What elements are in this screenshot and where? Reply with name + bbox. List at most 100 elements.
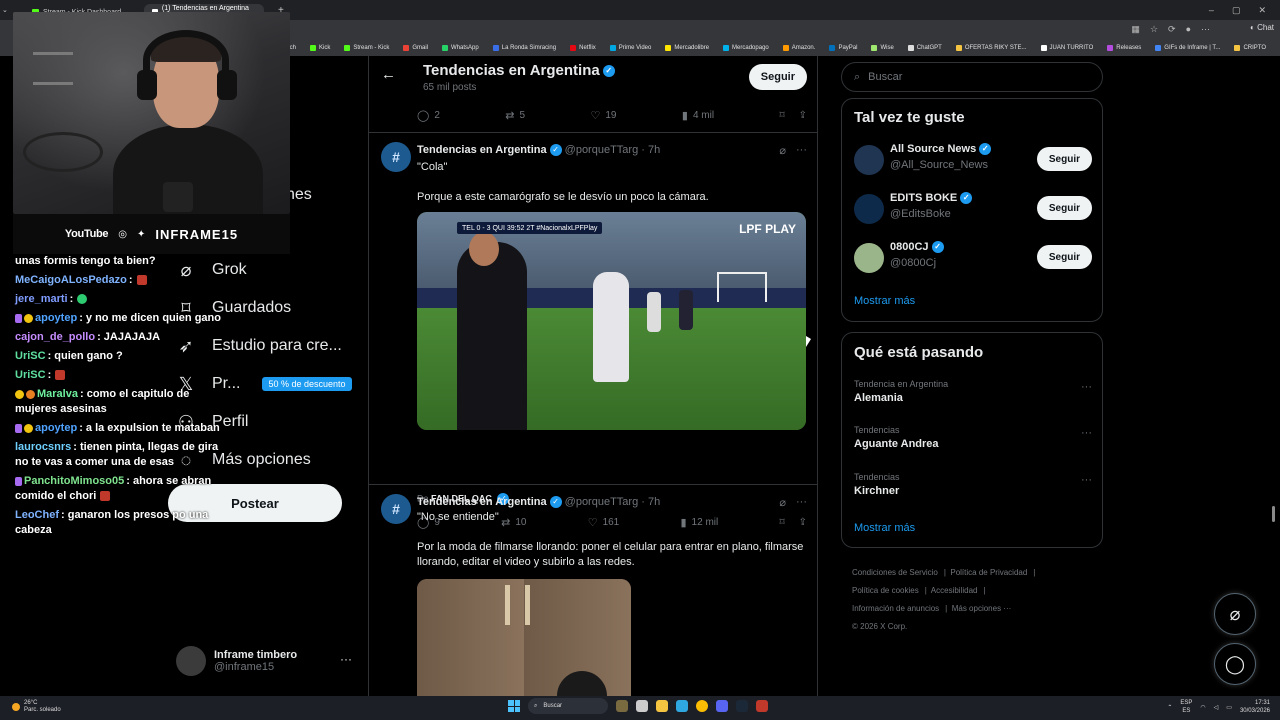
like-button[interactable]: ♡ 19 xyxy=(590,109,616,122)
bookmark[interactable]: JUAN TURRITO xyxy=(1040,45,1093,51)
grok-fab[interactable]: ⌀ xyxy=(1214,593,1256,635)
discord-icon[interactable] xyxy=(716,700,728,712)
footer-link[interactable]: Política de Privacidad xyxy=(950,568,1027,577)
edge-icon[interactable] xyxy=(676,700,688,712)
post-video[interactable]: TEL 0 - 3 QUI 39:52 2T #NacionalxLPFPlay… xyxy=(417,212,806,430)
bookmark[interactable]: Wise xyxy=(871,45,894,51)
copilot-button[interactable]: ◐ Chat xyxy=(1250,23,1274,32)
chat-username[interactable]: cajon_de_pollo xyxy=(15,331,95,343)
refresh-icon[interactable]: ⟳ xyxy=(1168,24,1176,35)
follow-button[interactable]: Seguir xyxy=(1036,245,1092,269)
views-button[interactable]: ▮ 4 mil xyxy=(682,109,714,122)
suggestion-item[interactable]: All Source News ✓ @All_Source_News Seguir xyxy=(854,143,1092,177)
minimize-icon[interactable]: – xyxy=(1209,5,1214,16)
app-icon[interactable] xyxy=(756,700,768,712)
chat-username[interactable]: jere_marti xyxy=(15,293,68,305)
footer-link[interactable]: Información de anuncios xyxy=(852,604,939,613)
footer-link[interactable]: Más opciones ··· xyxy=(952,604,1012,613)
more-icon[interactable]: ··· xyxy=(340,652,352,666)
bookmark[interactable]: CRIPTO xyxy=(1234,45,1266,51)
bookmark[interactable]: Prime Video xyxy=(609,45,651,51)
bookmark[interactable]: ChatGPT xyxy=(907,45,942,51)
show-more-link[interactable]: Mostrar más xyxy=(854,522,915,534)
share-icon[interactable]: ⇪ xyxy=(799,109,807,122)
bookmark[interactable]: La Ronda Simracing xyxy=(492,45,556,51)
maximize-icon[interactable]: ▢ xyxy=(1232,5,1241,16)
bookmark[interactable]: Kick xyxy=(310,45,330,51)
task-view-icon[interactable] xyxy=(636,700,648,712)
show-more-link[interactable]: Mostrar más xyxy=(854,295,915,307)
windows-start-icon[interactable] xyxy=(508,700,520,712)
footer-link[interactable]: Accesibilidad xyxy=(931,586,978,595)
author-name[interactable]: Tendencias en Argentina xyxy=(417,144,547,156)
author-handle[interactable]: @porqueTTarg xyxy=(565,144,639,156)
author-handle[interactable]: @porqueTTarg xyxy=(565,496,639,508)
clock[interactable]: 17:31 30/03/2026 xyxy=(1240,699,1270,715)
follow-button[interactable]: Seguir xyxy=(748,64,807,90)
extension-icon[interactable]: ▦ xyxy=(1131,24,1140,35)
more-icon[interactable]: ⋯ xyxy=(1201,24,1210,35)
steam-icon[interactable] xyxy=(736,700,748,712)
chat-username[interactable]: Maralva xyxy=(37,388,78,400)
taskbar-search[interactable]: ⌕ Buscar xyxy=(528,698,608,714)
suggestion-item[interactable]: 0800CJ ✓ @0800Cj Seguir xyxy=(854,241,1092,275)
footer-link[interactable]: Política de cookies xyxy=(852,586,919,595)
chat-username[interactable]: LeoChef xyxy=(15,509,59,521)
widget-icon[interactable] xyxy=(616,700,628,712)
chat-username[interactable]: MeCaigoALosPedazo xyxy=(15,274,127,286)
more-icon[interactable]: ··· xyxy=(1081,474,1092,486)
scrollbar[interactable] xyxy=(1272,506,1275,522)
trend-item[interactable]: Tendencias Kirchner ··· xyxy=(854,472,1092,497)
chat-username[interactable]: UriSC xyxy=(15,369,46,381)
account-switcher[interactable]: Inframe timbero @inframe15 ··· xyxy=(176,644,356,678)
more-icon[interactable]: ··· xyxy=(1081,381,1092,393)
chat-username[interactable]: laurocsnrs xyxy=(15,441,71,453)
file-explorer-icon[interactable] xyxy=(656,700,668,712)
trend-item[interactable]: Tendencia en Argentina Alemania ··· xyxy=(854,379,1092,404)
chat-username[interactable]: PanchitoMimoso05 xyxy=(24,475,124,487)
chat-username[interactable]: apoytep xyxy=(35,312,77,324)
repost-button[interactable]: ⇄ 5 xyxy=(505,109,525,122)
profile-icon[interactable]: ● xyxy=(1186,24,1191,35)
chat-username[interactable]: UriSC xyxy=(15,350,46,362)
more-icon[interactable]: ··· xyxy=(796,496,807,509)
bookmark[interactable]: Gmail xyxy=(403,45,428,51)
follow-button[interactable]: Seguir xyxy=(1036,196,1092,220)
bookmark[interactable]: GIFs de Inframe | T... xyxy=(1155,45,1220,51)
back-arrow-icon[interactable]: ← xyxy=(381,66,396,83)
battery-icon[interactable]: ▭ xyxy=(1226,704,1232,711)
volume-icon[interactable]: ◁ xyxy=(1214,704,1219,711)
bookmark[interactable]: Mercadopago xyxy=(723,45,769,51)
tray-chevron-icon[interactable]: ⌃ xyxy=(1167,704,1172,711)
suggestion-item[interactable]: EDITS BOKE ✓ @EditsBoke Seguir xyxy=(854,192,1092,226)
weather-widget[interactable]: 26°C Parc. soleado xyxy=(12,700,61,714)
bookmark[interactable]: Releases xyxy=(1107,45,1141,51)
grok-icon[interactable]: ⌀ xyxy=(779,144,786,157)
bookmark[interactable]: Mercadolibre xyxy=(665,45,709,51)
bookmark[interactable]: Amazon. xyxy=(782,45,815,51)
language-indicator[interactable]: ESP ES xyxy=(1180,699,1192,715)
author-name[interactable]: Tendencias en Argentina xyxy=(417,496,547,508)
follow-button[interactable]: Seguir xyxy=(1036,147,1092,171)
chrome-icon[interactable] xyxy=(696,700,708,712)
post-video[interactable] xyxy=(417,579,631,696)
trend-item[interactable]: Tendencias Aguante Andrea ··· xyxy=(854,425,1092,450)
bookmark[interactable]: PayPal xyxy=(829,45,857,51)
close-icon[interactable]: ✕ xyxy=(1258,5,1266,16)
bookmark[interactable]: Stream - Kick xyxy=(344,45,389,51)
messages-fab[interactable]: ◯ xyxy=(1214,643,1256,685)
grok-icon[interactable]: ⌀ xyxy=(779,496,786,509)
bookmark[interactable]: Netflix xyxy=(570,45,596,51)
search-input[interactable]: ⌕ Buscar xyxy=(841,62,1103,92)
bookmark-icon[interactable]: ⌑ xyxy=(779,109,784,122)
more-icon[interactable]: ··· xyxy=(796,144,807,157)
bookmark[interactable]: OFERTAS RIKY STE... xyxy=(955,45,1027,51)
wifi-icon[interactable]: ◠ xyxy=(1200,704,1205,711)
bookmark[interactable]: WhatsApp xyxy=(442,45,479,51)
trend-context: Tendencia en Argentina xyxy=(854,379,949,389)
chat-username[interactable]: apoytep xyxy=(35,422,77,434)
star-icon[interactable]: ☆ xyxy=(1150,24,1158,35)
footer-link[interactable]: Condiciones de Servicio xyxy=(852,568,938,577)
reply-button[interactable]: ◯ 2 xyxy=(417,109,440,122)
more-icon[interactable]: ··· xyxy=(1081,427,1092,439)
